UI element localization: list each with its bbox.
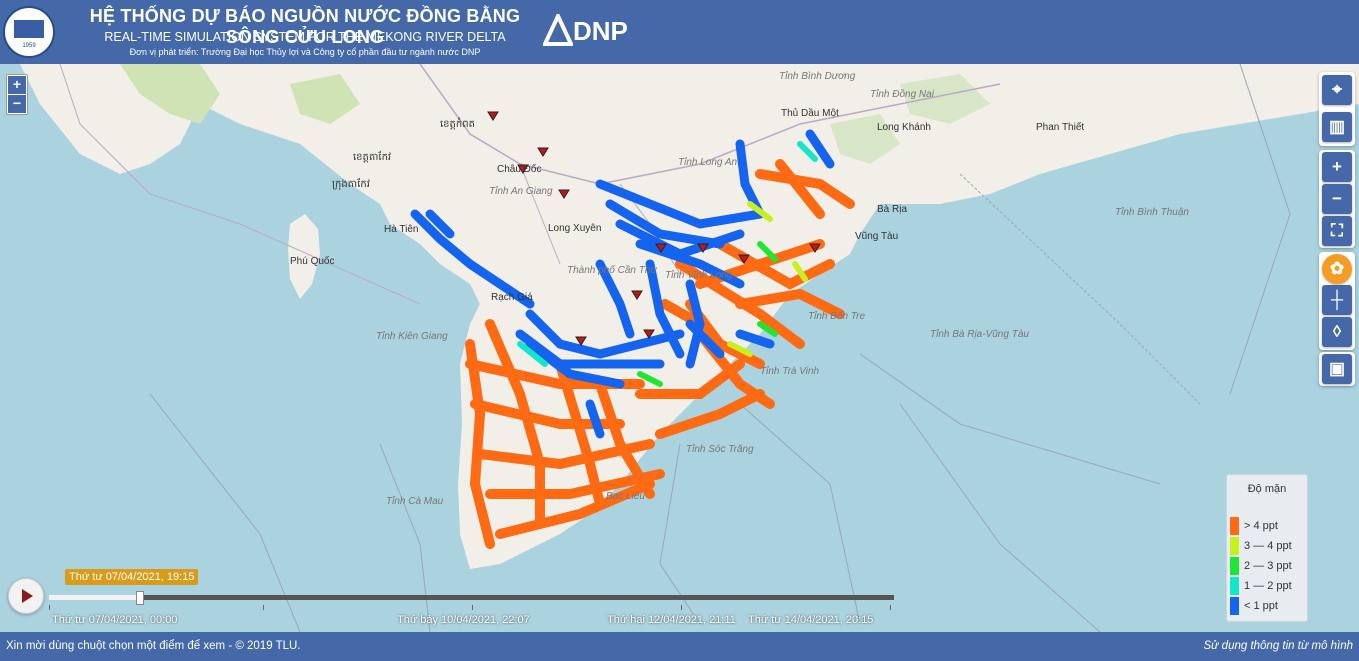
salinity-layer-button[interactable]: ✿ bbox=[1322, 254, 1352, 284]
play-icon bbox=[22, 589, 33, 603]
locate-icon: ⌖ bbox=[1332, 80, 1342, 99]
salinity-layer-icon: ✿ bbox=[1329, 259, 1345, 278]
map-canvas[interactable]: ខេត្តកំពត ខេត្តតាកែវ ក្រុងតាកែវ Châu Đốc… bbox=[0, 64, 1359, 632]
timeline-slider[interactable] bbox=[49, 591, 894, 605]
zoom-out-button[interactable]: − bbox=[8, 95, 26, 113]
legend-swatch bbox=[1230, 557, 1239, 575]
timeline-tick bbox=[472, 605, 473, 610]
map-label: Tỉnh Sóc Trăng bbox=[686, 444, 754, 455]
legend-label: < 1 ppt bbox=[1244, 600, 1278, 612]
map-label: Tỉnh Bình Thuận bbox=[1115, 207, 1189, 218]
water-drop-icon: ◊ bbox=[1332, 322, 1342, 341]
map-label: ខេត្តតាកែវ bbox=[353, 152, 392, 163]
map-label: Tỉnh Long An bbox=[678, 157, 738, 168]
station-layer-button[interactable]: ┼ bbox=[1322, 285, 1352, 315]
legend-label: 1 — 2 ppt bbox=[1244, 580, 1292, 592]
timeline-tick-label: Thứ hai 12/04/2021, 21:11 bbox=[607, 614, 736, 626]
android-app-button[interactable]: ▣ bbox=[1322, 354, 1352, 384]
legend-label: 3 — 4 ppt bbox=[1244, 540, 1292, 552]
timeline-tick-label: Thứ tư 14/04/2021, 20:15 bbox=[748, 614, 874, 626]
footer-instruction: Xin mời dùng chuột chọn một điểm để xem … bbox=[6, 640, 301, 652]
map-label: Tỉnh Bà Rịa-Vũng Tàu bbox=[930, 329, 1029, 340]
map-label: Thành phố Cần Thơ bbox=[567, 265, 657, 276]
legend-title: Độ mặn bbox=[1247, 483, 1287, 495]
map-label: Hà Tiên bbox=[384, 224, 419, 235]
map-label: Long Khánh bbox=[877, 122, 931, 133]
timeline-tick-label: Thứ bảy 10/04/2021, 22:07 bbox=[397, 614, 530, 626]
dnp-logo-text: DNP bbox=[573, 16, 628, 46]
map-label: Rạch Giá bbox=[491, 292, 533, 303]
water-drop-button[interactable]: ◊ bbox=[1322, 317, 1352, 347]
map-label: Phú Quốc bbox=[290, 256, 335, 267]
fullscreen-icon: ⛶ bbox=[1331, 221, 1343, 240]
map-label: Bà Rịa bbox=[877, 204, 908, 215]
dnp-logo: DNP bbox=[541, 11, 643, 48]
android-icon: ▣ bbox=[1328, 359, 1346, 378]
plus-icon: + bbox=[1332, 157, 1342, 176]
fullscreen-button[interactable]: ⛶ bbox=[1322, 216, 1352, 246]
timeline-tick bbox=[263, 605, 264, 610]
minus-icon: − bbox=[1332, 189, 1342, 208]
current-time-badge: Thứ tư 07/04/2021, 19:15 bbox=[65, 569, 199, 585]
salinity-legend: Độ mặn > 4 ppt 3 — 4 ppt 2 — 3 ppt 1 — 2… bbox=[1226, 474, 1308, 622]
map-label: ខេត្តកំពត bbox=[440, 119, 475, 130]
map-label: Bạc Liêu bbox=[606, 491, 645, 502]
logo-year: 1959 bbox=[22, 43, 36, 49]
map-label: ក្រុងតាកែវ bbox=[332, 179, 370, 190]
locate-button[interactable]: ⌖ bbox=[1322, 75, 1352, 105]
legend-swatch bbox=[1230, 537, 1239, 555]
map-layers-button[interactable]: ▥ bbox=[1322, 112, 1352, 142]
map-label: Tỉnh Đồng Nai bbox=[870, 89, 934, 100]
zoom-in-right-button[interactable]: + bbox=[1322, 152, 1352, 182]
basemap bbox=[0, 64, 1359, 632]
footer-model-info: Sử dụng thông tin từ mô hình bbox=[1203, 640, 1353, 652]
map-label: Thủ Dầu Một bbox=[781, 108, 839, 119]
legend-swatch bbox=[1230, 577, 1239, 595]
map-label: Tỉnh Bến Tre bbox=[808, 311, 866, 322]
map-label: Châu Đốc bbox=[497, 164, 542, 175]
legend-swatch bbox=[1230, 517, 1239, 535]
timeline-handle[interactable] bbox=[136, 591, 145, 605]
map-label: Tỉnh An Giang bbox=[489, 186, 553, 197]
map-label: Long Xuyên bbox=[548, 223, 602, 234]
app-header: 1959 HỆ THỐNG DỰ BÁO NGUỒN NƯỚC ĐỒNG BẰN… bbox=[0, 0, 1359, 64]
map-label: Tỉnh Bình Dương bbox=[779, 71, 856, 82]
developer-credit: Đơn vị phát triển: Trường Đại học Thủy l… bbox=[129, 47, 481, 57]
zoom-out-right-button[interactable]: − bbox=[1322, 184, 1352, 214]
map-label: Tỉnh Trà Vinh bbox=[760, 366, 820, 377]
map-label: Tỉnh Cà Mau bbox=[386, 496, 444, 507]
map-label: Phan Thiết bbox=[1036, 122, 1085, 133]
map-label: Vũng Tàu bbox=[855, 231, 899, 242]
timeline-tick bbox=[890, 605, 891, 610]
legend-swatch bbox=[1230, 597, 1239, 615]
zoom-in-button[interactable]: + bbox=[8, 76, 26, 94]
play-button[interactable] bbox=[8, 578, 44, 614]
legend-label: > 4 ppt bbox=[1244, 520, 1278, 532]
timeline-tick bbox=[681, 605, 682, 610]
timeline-tick bbox=[49, 605, 50, 610]
timeline-tick-label: Thứ tư 07/04/2021, 00:00 bbox=[52, 614, 178, 626]
legend-label: 2 — 3 ppt bbox=[1244, 560, 1292, 572]
station-icon: ┼ bbox=[1330, 290, 1344, 309]
map-label: Tỉnh Kiên Giang bbox=[376, 331, 448, 342]
map-label: Tỉnh Vĩnh Long bbox=[665, 270, 733, 281]
university-logo: 1959 bbox=[3, 6, 55, 58]
status-footer: Xin mời dùng chuột chọn một điểm để xem … bbox=[0, 632, 1359, 661]
app-subtitle: REAL-TIME SIMULATION SYSTEM FOR THE MEKO… bbox=[104, 30, 506, 44]
map-zoom-control: + − bbox=[6, 74, 28, 115]
timeline-progress bbox=[49, 595, 140, 600]
map-layers-icon: ▥ bbox=[1328, 117, 1346, 136]
